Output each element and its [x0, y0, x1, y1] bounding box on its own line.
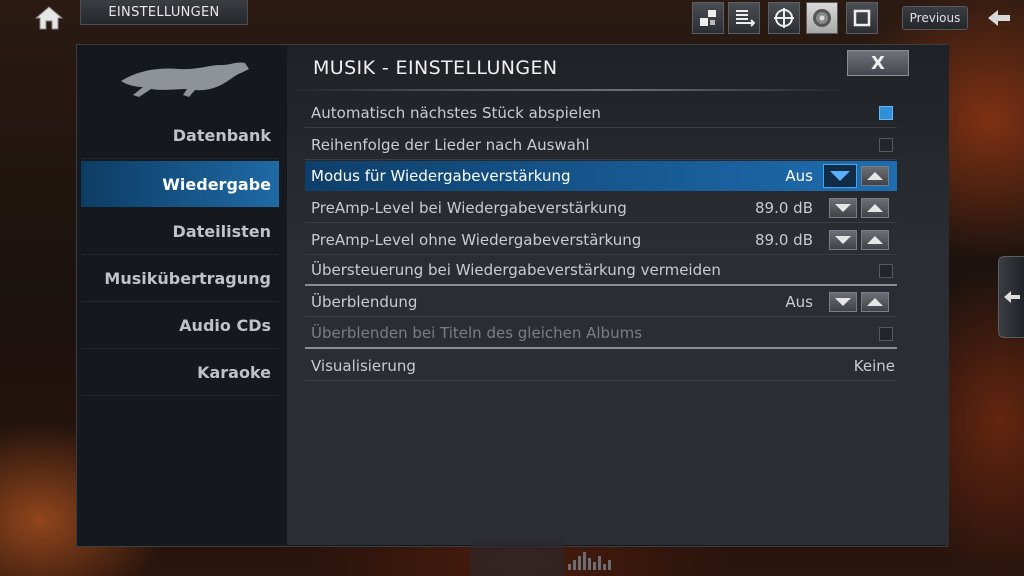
setting-label: Übersteuerung bei Wiedergabeverstärkung … [311, 261, 721, 279]
setting-row-crossfade[interactable]: Überblendung Aus [305, 287, 897, 317]
breadcrumb: EINSTELLUNGEN [80, 0, 248, 25]
toolbar-music-button[interactable] [806, 2, 838, 34]
toolbar-queue-button[interactable] [728, 2, 760, 34]
crosshair-icon [774, 8, 794, 28]
previous-button[interactable]: Previous [902, 6, 968, 30]
spinner-up-button[interactable] [861, 198, 889, 218]
grid-view-icon [700, 10, 716, 26]
setting-value: Keine [853, 356, 895, 375]
top-bar: EINSTELLUNGEN Previous [0, 0, 1024, 36]
home-icon [34, 6, 64, 30]
setting-row-auto-next[interactable]: Automatisch nächstes Stück abspielen [305, 98, 897, 128]
arrow-left-icon [1004, 291, 1020, 303]
sidebar-item-audio-cds[interactable]: Audio CDs [81, 303, 279, 349]
sidebar-item-wiedergabe[interactable]: Wiedergabe [81, 161, 279, 207]
chevron-down-icon [835, 204, 851, 212]
bottom-bar [470, 538, 564, 576]
settings-panel: Datenbank Wiedergabe Dateilisten Musiküb… [76, 44, 949, 547]
spinner-down-button[interactable] [829, 198, 857, 218]
home-button[interactable] [28, 4, 70, 32]
setting-value: Aus [785, 292, 813, 311]
chevron-down-icon [835, 236, 851, 244]
spinner-up-button[interactable] [861, 166, 889, 186]
spinner-up-button[interactable] [861, 292, 889, 312]
playlist-icon [736, 10, 755, 27]
setting-checkbox[interactable] [879, 106, 893, 120]
sidebar-item-karaoke[interactable]: Karaoke [81, 350, 279, 396]
disc-icon [813, 9, 831, 27]
panther-logo [121, 62, 249, 97]
side-menu-handle[interactable] [998, 256, 1024, 338]
spinner-down-button[interactable] [823, 164, 857, 188]
setting-label: Überblenden bei Titeln des gleichen Albu… [311, 324, 643, 342]
page-title: MUSIK - EINSTELLUNGEN [313, 57, 558, 79]
sidebar-item-musikuebertragung[interactable]: Musikübertragung [81, 256, 279, 302]
title-divider [287, 89, 847, 91]
setting-row-visualization[interactable]: Visualisierung Keine [305, 351, 897, 381]
setting-row-replaygain-mode[interactable]: Modus für Wiedergabeverstärkung Aus [305, 161, 897, 191]
chevron-up-icon [867, 298, 883, 306]
setting-value: Aus [785, 167, 813, 185]
chevron-down-icon [830, 171, 850, 181]
chevron-up-icon [867, 172, 883, 180]
setting-checkbox [879, 327, 893, 341]
chevron-down-icon [835, 298, 851, 306]
setting-checkbox[interactable] [879, 264, 893, 278]
toolbar-network-button[interactable] [768, 2, 800, 34]
square-icon [853, 9, 871, 27]
setting-value: 89.0 dB [755, 230, 813, 249]
toolbar-view-button[interactable] [692, 2, 724, 34]
setting-row-crossfade-same-album: Überblenden bei Titeln des gleichen Albu… [305, 319, 897, 349]
spinner-up-button[interactable] [861, 230, 889, 250]
equalizer-icon [568, 550, 614, 570]
close-button[interactable]: X [847, 50, 909, 76]
setting-row-preamp-without[interactable]: PreAmp-Level ohne Wiedergabeverstärkung … [305, 225, 897, 255]
setting-row-avoid-clipping[interactable]: Übersteuerung bei Wiedergabeverstärkung … [305, 256, 897, 286]
sidebar-item-dateilisten[interactable]: Dateilisten [81, 209, 279, 255]
setting-row-preamp-with[interactable]: PreAmp-Level bei Wiedergabeverstärkung 8… [305, 193, 897, 223]
setting-label: Visualisierung [311, 356, 416, 375]
setting-value: 89.0 dB [755, 198, 813, 217]
close-icon: X [871, 52, 885, 74]
back-button[interactable] [984, 6, 1014, 30]
setting-label: Automatisch nächstes Stück abspielen [311, 103, 601, 122]
chevron-up-icon [867, 204, 883, 212]
arrow-left-icon [988, 10, 1010, 26]
spinner-down-button[interactable] [829, 292, 857, 312]
setting-label: Reihenfolge der Lieder nach Auswahl [311, 135, 590, 154]
category-sidebar: Datenbank Wiedergabe Dateilisten Musiküb… [77, 45, 281, 546]
setting-row-order-by-selection[interactable]: Reihenfolge der Lieder nach Auswahl [305, 130, 897, 160]
spinner-down-button[interactable] [829, 230, 857, 250]
chevron-up-icon [867, 236, 883, 244]
toolbar-fullscreen-button[interactable] [846, 2, 878, 34]
sidebar-item-datenbank[interactable]: Datenbank [81, 113, 279, 159]
setting-checkbox[interactable] [879, 138, 893, 152]
